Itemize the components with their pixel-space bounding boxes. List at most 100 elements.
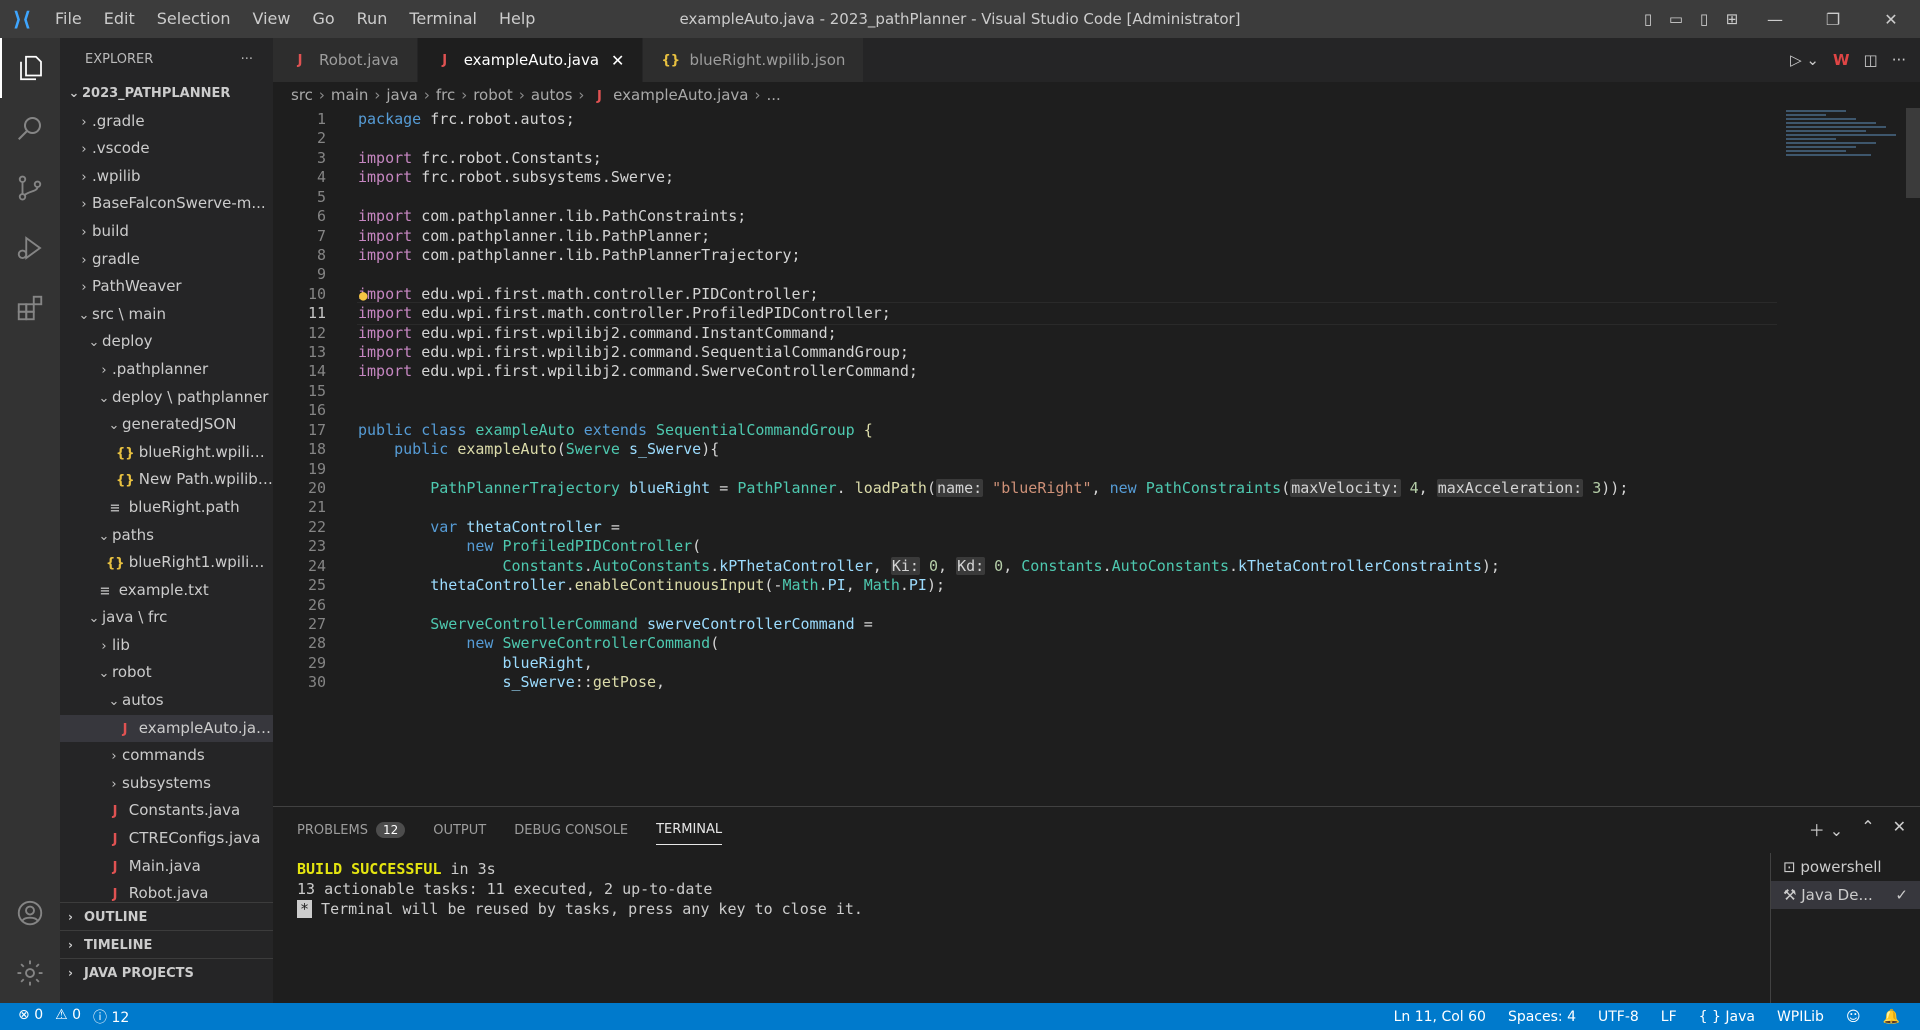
menu-help[interactable]: Help xyxy=(488,0,546,38)
breadcrumb-item[interactable]: autos xyxy=(531,86,573,104)
tree-item[interactable]: › .gradle xyxy=(60,108,273,136)
tree-item[interactable]: ⌄ robot xyxy=(60,659,273,687)
tree-item[interactable]: J Main.java xyxy=(60,853,273,881)
run-icon[interactable]: ▷ ⌄ xyxy=(1790,51,1819,69)
tree-item[interactable]: › commands xyxy=(60,742,273,770)
warning-icon: ⚠ xyxy=(55,1006,68,1023)
menu-terminal[interactable]: Terminal xyxy=(398,0,488,38)
section-timeline[interactable]: › TIMELINE xyxy=(60,930,273,958)
tree-item[interactable]: ⌄ src \ main xyxy=(60,301,273,329)
chevron-right-icon: › xyxy=(81,252,87,268)
breadcrumb-item[interactable]: main xyxy=(331,86,368,104)
breadcrumb-item[interactable]: java xyxy=(386,86,417,104)
menu-file[interactable]: File xyxy=(44,0,93,38)
menu-edit[interactable]: Edit xyxy=(93,0,146,38)
panel-tab-debug-console[interactable]: DEBUG CONSOLE xyxy=(514,815,628,845)
maximize-panel-icon[interactable]: ⌃ xyxy=(1861,817,1874,841)
tree-item[interactable]: › PathWeaver xyxy=(60,273,273,301)
status-utf-8[interactable]: UTF-8 xyxy=(1598,1009,1639,1025)
close-tab-icon[interactable]: ✕ xyxy=(611,51,624,70)
accounts-icon[interactable] xyxy=(0,883,60,943)
tree-item[interactable]: ≡ example.txt xyxy=(60,577,273,605)
code-token: . xyxy=(583,556,593,575)
tree-item[interactable]: ⌄ deploy xyxy=(60,328,273,356)
editor-more-icon[interactable]: ··· xyxy=(1892,51,1906,69)
terminal-item[interactable]: ⚒ Java De... ✓ xyxy=(1771,881,1920,909)
tree-item[interactable]: ⌄ java \ frc xyxy=(60,604,273,632)
tab-exampleauto-java[interactable]: JexampleAuto.java ✕ xyxy=(417,38,644,82)
tree-item[interactable]: ⌄ deploy \ pathplanner xyxy=(60,384,273,412)
toggle-secondary-sidebar-icon[interactable]: ▯ xyxy=(1690,10,1718,28)
tree-item-label: Robot.java xyxy=(128,884,209,902)
more-actions-icon[interactable]: ··· xyxy=(241,52,253,67)
menu-view[interactable]: View xyxy=(242,0,302,38)
tree-item[interactable]: J Constants.java xyxy=(60,797,273,825)
feedback-icon[interactable]: ☺ xyxy=(1846,1009,1861,1025)
tree-item[interactable]: › .pathplanner xyxy=(60,356,273,384)
source-control-icon[interactable] xyxy=(0,158,60,218)
tree-item[interactable]: › lib xyxy=(60,632,273,660)
tree-item[interactable]: {} blueRight.wpilib... xyxy=(60,439,273,467)
problems-status[interactable]: ⊗ 0 ⚠ 0 ⓘ 12 xyxy=(0,1007,129,1027)
breadcrumb-item[interactable]: src xyxy=(291,86,313,104)
tree-item[interactable]: ⌄ autos xyxy=(60,687,273,715)
tree-item[interactable]: J CTREConfigs.java xyxy=(60,825,273,853)
breadcrumb-item[interactable]: exampleAuto.java xyxy=(613,86,748,104)
wpilib-icon[interactable]: W xyxy=(1833,51,1850,69)
tree-item[interactable]: J exampleAuto.java xyxy=(60,714,273,743)
breadcrumb-item[interactable]: ... xyxy=(767,86,781,104)
tree-item[interactable]: J Robot.java xyxy=(60,880,273,902)
customize-layout-icon[interactable]: ⊞ xyxy=(1718,10,1746,28)
tree-item[interactable]: ⌄ 2023_PATHPLANNER xyxy=(60,80,273,108)
split-editor-icon[interactable]: ◫ xyxy=(1864,51,1878,69)
toggle-panel-icon[interactable]: ▭ xyxy=(1662,10,1690,28)
close-window-button[interactable]: ✕ xyxy=(1862,10,1920,29)
tree-item[interactable]: ≡ blueRight.path xyxy=(60,494,273,522)
status-wpilib[interactable]: WPILib xyxy=(1777,1009,1824,1025)
tree-item[interactable]: › BaseFalconSwerve-m... xyxy=(60,190,273,218)
panel-tab-problems[interactable]: PROBLEMS 12 xyxy=(297,815,406,845)
tree-item[interactable]: › subsystems xyxy=(60,770,273,798)
notifications-icon[interactable]: 🔔 xyxy=(1883,1009,1900,1025)
tree-item[interactable]: › .vscode xyxy=(60,135,273,163)
terminal-item[interactable]: ⊡ powershell xyxy=(1771,853,1920,881)
menu-go[interactable]: Go xyxy=(301,0,345,38)
menu-run[interactable]: Run xyxy=(346,0,399,38)
extensions-icon[interactable] xyxy=(0,278,60,338)
maximize-button[interactable]: ❐ xyxy=(1804,10,1862,29)
tree-item[interactable]: › build xyxy=(60,218,273,246)
panel-tab-terminal[interactable]: TERMINAL xyxy=(656,815,723,845)
code-line[interactable]: 30 s_Swerve::getPose, xyxy=(273,671,1873,695)
status-spaces-4[interactable]: Spaces: 4 xyxy=(1508,1009,1576,1025)
editor-scrollbar[interactable] xyxy=(1906,108,1920,198)
breadcrumb-item[interactable]: frc xyxy=(436,86,455,104)
status-ln-11-col-60[interactable]: Ln 11, Col 60 xyxy=(1394,1009,1486,1025)
toggle-sidebar-icon[interactable]: ▯ xyxy=(1634,10,1662,28)
minimap[interactable] xyxy=(1786,108,1906,218)
terminal-output[interactable]: BUILD SUCCESSFUL in 3s 13 actionable tas… xyxy=(297,859,863,919)
status-lf[interactable]: LF xyxy=(1661,1009,1677,1025)
tab-blueright-wpilib-json[interactable]: {} blueRight.wpilib.json xyxy=(643,38,865,82)
tree-item[interactable]: {} New Path.wpilib.... xyxy=(60,466,273,494)
breadcrumb-item[interactable]: robot xyxy=(473,86,513,104)
code-editor[interactable]: 1 package frc.robot.autos; 2 3 import frc.ro… xyxy=(273,108,1920,806)
status--java[interactable]: { } Java xyxy=(1699,1009,1755,1025)
minimize-button[interactable]: — xyxy=(1746,10,1804,29)
section-outline[interactable]: › OUTLINE xyxy=(60,902,273,930)
tree-item[interactable]: ⌄ paths xyxy=(60,522,273,550)
settings-gear-icon[interactable] xyxy=(0,943,60,1003)
run-debug-icon[interactable] xyxy=(0,218,60,278)
tree-item[interactable]: › gradle xyxy=(60,246,273,274)
search-icon[interactable] xyxy=(0,98,60,158)
tree-item[interactable]: {} blueRight1.wpilib.... xyxy=(60,549,273,577)
tree-item[interactable]: ⌄ generatedJSON xyxy=(60,411,273,439)
section-java-projects[interactable]: › JAVA PROJECTS xyxy=(60,958,273,986)
new-terminal-icon[interactable]: ＋ ⌄ xyxy=(1809,817,1844,841)
explorer-icon[interactable] xyxy=(0,38,60,98)
code-token: 0 xyxy=(919,556,938,575)
panel-tab-output[interactable]: OUTPUT xyxy=(433,815,486,845)
close-panel-icon[interactable]: ✕ xyxy=(1893,817,1906,841)
menu-selection[interactable]: Selection xyxy=(146,0,242,38)
tab-robot-java[interactable]: J Robot.java xyxy=(273,38,418,82)
tree-item[interactable]: › .wpilib xyxy=(60,163,273,191)
